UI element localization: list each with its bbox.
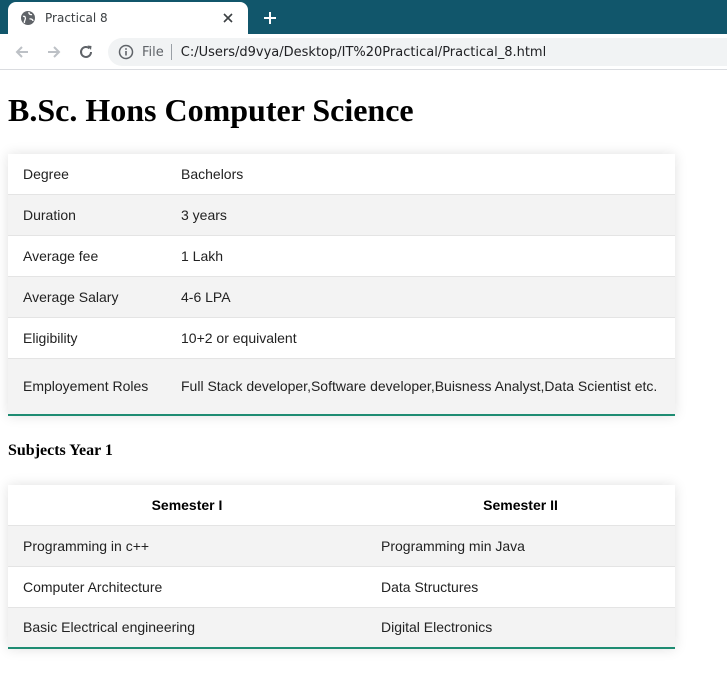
table-row: Duration 3 years: [8, 193, 675, 235]
tab-title: Practical 8: [45, 11, 108, 25]
back-arrow-icon[interactable]: [10, 40, 34, 64]
address-divider: [170, 44, 172, 60]
close-tab-icon[interactable]: [218, 8, 238, 28]
table-header-row: Semester I Semester II: [8, 485, 675, 525]
row-value: 10+2 or equivalent: [166, 316, 675, 358]
page-title: B.Sc. Hons Computer Science: [8, 92, 414, 128]
table-cell: Programming in c++: [8, 524, 366, 566]
table-cell: Digital Electronics: [366, 606, 675, 648]
row-value: 1 Lakh: [166, 234, 675, 276]
table-row: Basic Electrical engineering Digital Ele…: [8, 606, 675, 648]
column-header: Semester I: [8, 485, 366, 525]
table-row: Eligibility 10+2 or equivalent: [8, 316, 675, 358]
subjects-table: Semester I Semester II Programming in c+…: [8, 485, 675, 649]
table-cell: Computer Architecture: [8, 565, 366, 607]
tab-strip: Practical 8: [0, 0, 727, 34]
globe-icon: [20, 10, 36, 26]
row-label: Eligibility: [8, 316, 166, 358]
row-label: Employement Roles: [8, 357, 166, 415]
forward-arrow-icon[interactable]: [42, 40, 66, 64]
row-label: Duration: [8, 193, 166, 235]
row-label: Average Salary: [8, 275, 166, 317]
address-bar[interactable]: File C:/Users/d9vya/Desktop/IT%20Practic…: [108, 38, 727, 66]
table-cell: Programming min Java: [366, 524, 675, 566]
row-value: Full Stack developer,Software developer,…: [166, 357, 675, 415]
new-tab-icon[interactable]: [258, 6, 282, 30]
table-row: Employement Roles Full Stack developer,S…: [8, 357, 675, 415]
table-cell: Basic Electrical engineering: [8, 606, 366, 648]
browser-toolbar: File C:/Users/d9vya/Desktop/IT%20Practic…: [0, 34, 727, 70]
table-row: Degree Bachelors: [8, 154, 675, 194]
subjects-heading: Subjects Year 1: [8, 442, 113, 459]
table-row: Computer Architecture Data Structures: [8, 565, 675, 607]
address-url[interactable]: C:/Users/d9vya/Desktop/IT%20Practical/Pr…: [181, 45, 546, 60]
column-header: Semester II: [366, 485, 675, 525]
course-info-table: Degree Bachelors Duration 3 years Averag…: [8, 154, 675, 416]
address-scheme: File: [142, 44, 164, 60]
info-icon[interactable]: [118, 44, 134, 60]
row-value: 3 years: [166, 193, 675, 235]
reload-icon[interactable]: [74, 40, 98, 64]
row-label: Average fee: [8, 234, 166, 276]
table-row: Programming in c++ Programming min Java: [8, 524, 675, 566]
table-row: Average Salary 4-6 LPA: [8, 275, 675, 317]
table-row: Average fee 1 Lakh: [8, 234, 675, 276]
table-cell: Data Structures: [366, 565, 675, 607]
page-content: B.Sc. Hons Computer Science Degree Bache…: [0, 71, 727, 674]
row-value: 4-6 LPA: [166, 275, 675, 317]
browser-tab[interactable]: Practical 8: [8, 2, 248, 34]
row-label: Degree: [23, 165, 69, 182]
row-value: Bachelors: [181, 165, 244, 182]
